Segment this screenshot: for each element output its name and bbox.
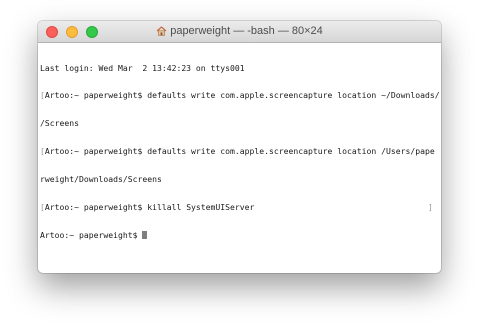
line-end-mark: ] [428,202,433,213]
line-text: Artoo:~ paperweight$ defaults write com.… [44,90,440,101]
terminal-line: rweight/Downloads/Screens [40,175,441,184]
line-text: /Screens [40,118,79,129]
terminal-window: paperweight — -bash — 80×24 Last login: … [38,21,441,273]
line-text: Artoo:~ paperweight$ killall SystemUISer… [44,202,255,213]
terminal-line: [Artoo:~ paperweight$ defaults write com… [40,147,441,156]
terminal-line: /Screens [40,119,441,128]
terminal-line: [Artoo:~ paperweight$ defaults write com… [40,91,441,100]
terminal-line: Last login: Wed Mar 2 13:42:23 on ttys00… [40,62,441,73]
terminal-prompt-line[interactable]: Artoo:~ paperweight$ [40,229,441,240]
terminal-output[interactable]: Last login: Wed Mar 2 13:42:23 on ttys00… [38,43,441,273]
window-title-text: paperweight — -bash — 80×24 [170,25,323,37]
text-cursor [142,230,148,239]
line-text: rweight/Downloads/Screens [40,174,162,185]
title-bar[interactable]: paperweight — -bash — 80×24 [38,21,441,43]
prompt-text: Artoo:~ paperweight$ [40,229,143,240]
line-text: Artoo:~ paperweight$ defaults write com.… [44,146,435,157]
window-title: paperweight — -bash — 80×24 [38,25,441,39]
line-text: Last login: Wed Mar 2 13:42:23 on ttys00… [40,62,245,73]
home-icon [156,26,167,39]
terminal-line: [Artoo:~ paperweight$ killall SystemUISe… [40,202,441,213]
